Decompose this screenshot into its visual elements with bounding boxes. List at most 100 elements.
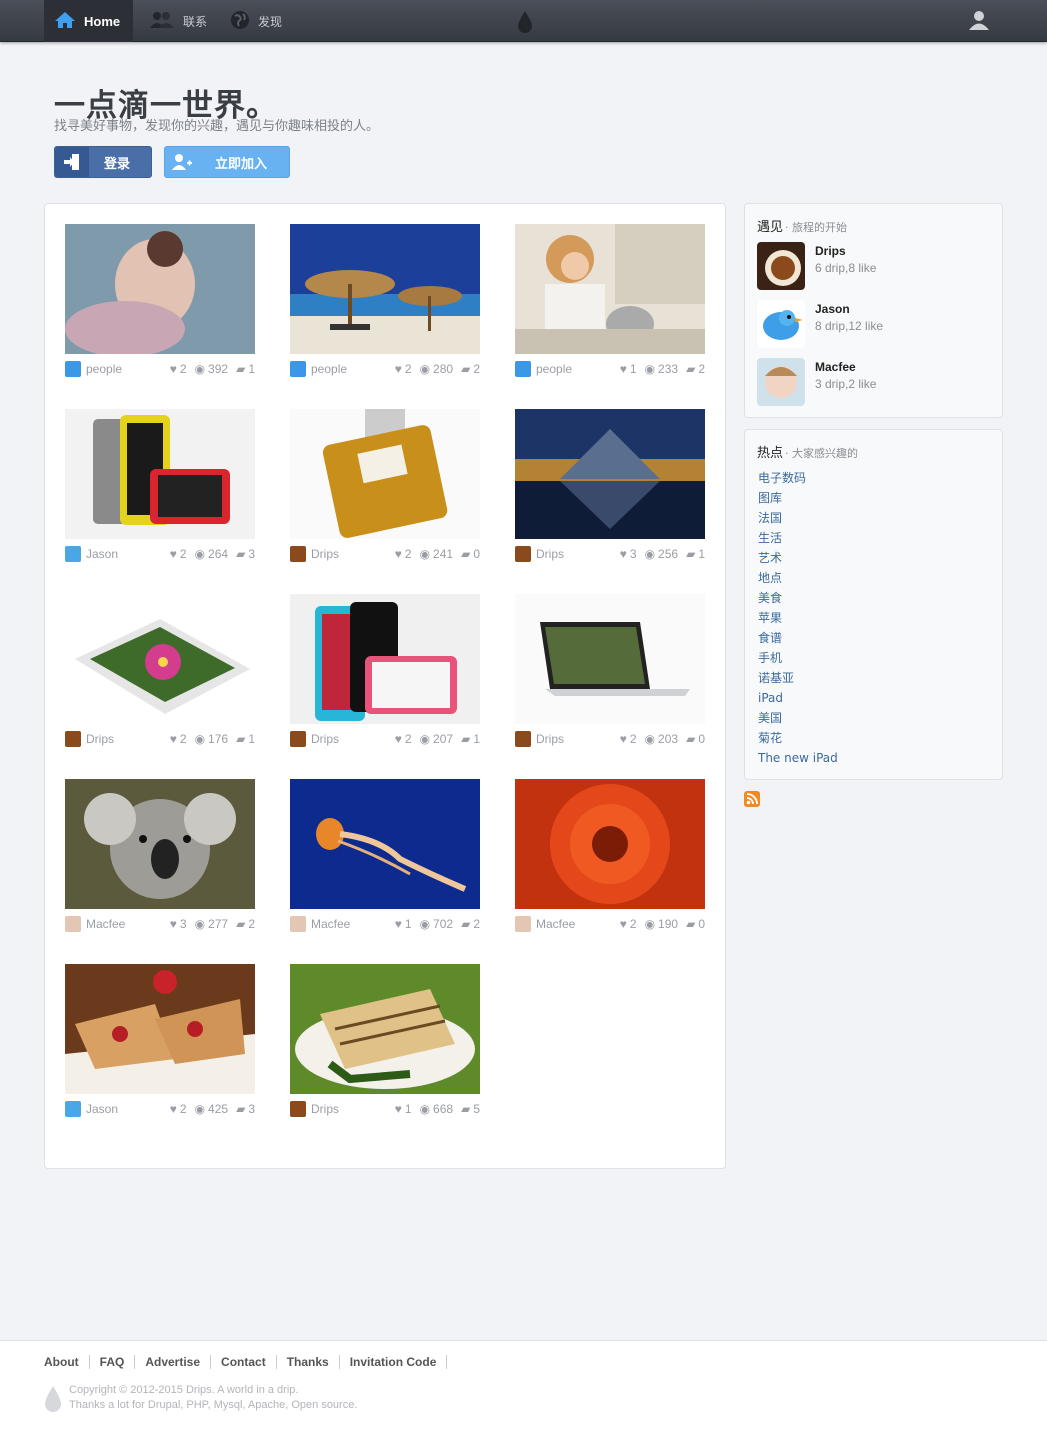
likes-count[interactable]: ♥ 2 — [620, 732, 637, 746]
hot-tag-link[interactable]: 生活 — [758, 530, 838, 550]
drip-image-macbook[interactable] — [515, 594, 705, 724]
nav-contact[interactable]: 联系 — [143, 0, 213, 42]
likes-count[interactable]: ♥ 2 — [170, 547, 187, 561]
drip-image-crepes[interactable] — [65, 964, 255, 1094]
footer-link-contact[interactable]: Contact — [211, 1355, 277, 1369]
drip-tile: people ♥ 1 ◉ 233 ▰ 2 — [515, 224, 705, 384]
hot-tag-link[interactable]: 美食 — [758, 590, 838, 610]
drip-author[interactable]: Jason — [65, 546, 162, 562]
hot-tag-link[interactable]: 菊花 — [758, 730, 838, 750]
join-button[interactable]: 立即加入 — [164, 146, 290, 178]
drip-author[interactable]: Drips — [290, 731, 387, 747]
comments-count[interactable]: ▰ 2 — [236, 917, 255, 931]
comments-count[interactable]: ▰ 2 — [461, 917, 480, 931]
views-value: 277 — [208, 917, 229, 931]
drip-image-beach[interactable] — [290, 224, 480, 354]
drip-author[interactable]: Drips — [515, 731, 612, 747]
drip-author[interactable]: Jason — [65, 1101, 162, 1117]
likes-count[interactable]: ♥ 1 — [395, 1102, 412, 1116]
drip-author[interactable]: people — [515, 361, 612, 377]
comments-count[interactable]: ▰ 0 — [686, 732, 705, 746]
person-drips[interactable]: Drips 6 drip,8 like — [757, 242, 876, 290]
footer-link-invitation-code[interactable]: Invitation Code — [340, 1355, 448, 1369]
drip-image-perfume[interactable] — [290, 409, 480, 539]
likes-count[interactable]: ♥ 2 — [170, 1102, 187, 1116]
likes-count[interactable]: ♥ 2 — [395, 362, 412, 376]
nav-home[interactable]: Home — [44, 0, 133, 42]
drip-author[interactable]: Macfee — [515, 916, 612, 932]
drip-image-girl-with-cat[interactable] — [515, 224, 705, 354]
drip-image-wraps[interactable] — [290, 964, 480, 1094]
hot-tag-link[interactable]: 地点 — [758, 570, 838, 590]
likes-count[interactable]: ♥ 1 — [395, 917, 412, 931]
drip-image-woman[interactable] — [65, 224, 255, 354]
drip-author[interactable]: Drips — [65, 731, 162, 747]
likes-count[interactable]: ♥ 1 — [620, 362, 637, 376]
comments-count[interactable]: ▰ 1 — [461, 732, 480, 746]
drip-image-jellyfish[interactable] — [290, 779, 480, 909]
hot-tag-link[interactable]: 艺术 — [758, 550, 838, 570]
likes-count[interactable]: ♥ 2 — [620, 917, 637, 931]
drip-image-chrysanthemum[interactable] — [515, 779, 705, 909]
drip-author[interactable]: Drips — [515, 546, 612, 562]
drip-author[interactable]: Drips — [290, 546, 387, 562]
footer-link-about[interactable]: About — [44, 1355, 90, 1369]
drip-image-lumia-market[interactable] — [290, 594, 480, 724]
comments-count[interactable]: ▰ 1 — [236, 362, 255, 376]
drip-tile: people ♥ 2 ◉ 280 ▰ 2 — [290, 224, 480, 384]
person-jason[interactable]: Jason 8 drip,12 like — [757, 300, 883, 348]
comments-count[interactable]: ▰ 3 — [236, 1102, 255, 1116]
drip-image-koala[interactable] — [65, 779, 255, 909]
likes-count[interactable]: ♥ 2 — [170, 732, 187, 746]
views-value: 203 — [658, 732, 679, 746]
login-button[interactable]: 登录 — [54, 146, 152, 178]
hot-tag-link[interactable]: 苹果 — [758, 610, 838, 630]
drip-author[interactable]: Macfee — [290, 916, 387, 932]
person-macfee[interactable]: Macfee 3 drip,2 like — [757, 358, 876, 406]
views-value: 392 — [208, 362, 229, 376]
footer-link-faq[interactable]: FAQ — [90, 1355, 136, 1369]
hot-tag-link[interactable]: 食谱 — [758, 630, 838, 650]
comments-count[interactable]: ▰ 0 — [686, 917, 705, 931]
hot-tag-link[interactable]: 电子数码 — [758, 470, 838, 490]
heart-icon: ♥ — [394, 547, 402, 561]
likes-count[interactable]: ♥ 3 — [170, 917, 187, 931]
footer-link-thanks[interactable]: Thanks — [277, 1355, 340, 1369]
likes-count[interactable]: ♥ 3 — [620, 547, 637, 561]
comments-value: 2 — [473, 917, 480, 931]
comments-count[interactable]: ▰ 2 — [686, 362, 705, 376]
drip-image-ipad[interactable] — [65, 594, 255, 724]
comments-count[interactable]: ▰ 3 — [236, 547, 255, 561]
nav-discover[interactable]: 发现 — [224, 0, 288, 42]
comments-value: 1 — [698, 547, 705, 561]
likes-count[interactable]: ♥ 2 — [395, 547, 412, 561]
child-avatar-icon — [515, 916, 531, 932]
comments-count[interactable]: ▰ 0 — [461, 547, 480, 561]
drip-image-lumia-phones[interactable] — [65, 409, 255, 539]
comments-count[interactable]: ▰ 1 — [686, 547, 705, 561]
hot-tag-link[interactable]: 美国 — [758, 710, 838, 730]
drip-author[interactable]: Drips — [290, 1101, 387, 1117]
hot-tag-link[interactable]: The new iPad — [758, 750, 838, 770]
drop-logo-icon[interactable] — [516, 10, 534, 39]
drip-author[interactable]: Macfee — [65, 916, 162, 932]
rss-icon[interactable] — [744, 791, 760, 807]
likes-count[interactable]: ♥ 2 — [170, 362, 187, 376]
hot-tag-link[interactable]: 图库 — [758, 490, 838, 510]
drip-image-louvre[interactable] — [515, 409, 705, 539]
drip-author[interactable]: people — [65, 361, 162, 377]
comments-count[interactable]: ▰ 1 — [236, 732, 255, 746]
comments-count[interactable]: ▰ 2 — [461, 362, 480, 376]
hot-tag-link[interactable]: 法国 — [758, 510, 838, 530]
hot-tag-link[interactable]: iPad — [758, 690, 838, 710]
drip-author[interactable]: people — [290, 361, 387, 377]
likes-count[interactable]: ♥ 2 — [395, 732, 412, 746]
comments-count[interactable]: ▰ 5 — [461, 1102, 480, 1116]
user-icon[interactable] — [968, 9, 990, 36]
hot-tag-link[interactable]: 诺基亚 — [758, 670, 838, 690]
likes-value: 2 — [179, 547, 187, 561]
footer-link-advertise[interactable]: Advertise — [135, 1355, 212, 1369]
views-value: 241 — [433, 547, 454, 561]
hot-tag-link[interactable]: 手机 — [758, 650, 838, 670]
heart-icon: ♥ — [169, 732, 177, 746]
